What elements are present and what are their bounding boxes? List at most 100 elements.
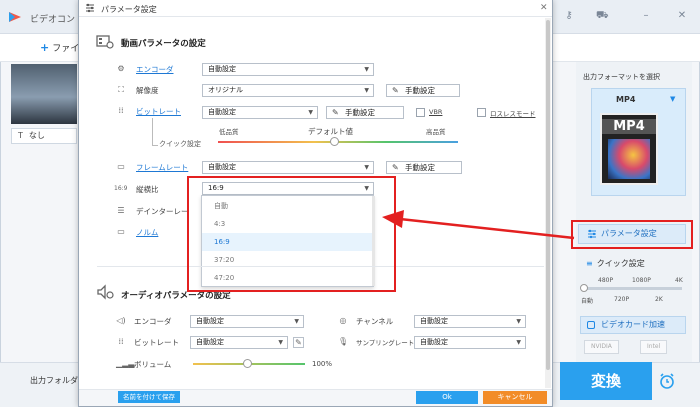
audio-bitrate-value: 自動設定 xyxy=(196,338,224,346)
quick-settings-label: クイック設定 xyxy=(596,259,645,268)
samplerate-label: サンプリングレート xyxy=(356,339,415,347)
balloon-image xyxy=(608,139,650,179)
minimize-icon[interactable]: – xyxy=(640,10,652,22)
format-image-label: MP4 xyxy=(602,119,656,134)
cancel-button[interactable]: キャンセル xyxy=(483,391,547,404)
text-icon: T xyxy=(18,131,23,140)
volume-value: 100% xyxy=(312,360,333,368)
alarm-clock-icon[interactable] xyxy=(658,372,676,390)
pencil-icon: ✎ xyxy=(392,163,399,172)
samplerate-select[interactable]: 自動設定 ▼ xyxy=(414,336,526,349)
aspect-ratio-icon: 16:9 xyxy=(114,185,128,192)
close-icon[interactable]: ✕ xyxy=(676,10,688,22)
resize-icon: ⛶ xyxy=(118,85,124,94)
aspect-ratio-label: 縦横比 xyxy=(136,185,159,194)
gpu-acceleration-label: ビデオカード加速 xyxy=(601,320,665,329)
bitrate-label[interactable]: ビットレート xyxy=(136,106,181,117)
quick-slider-track[interactable] xyxy=(584,287,682,290)
audio-encoder-value: 自動設定 xyxy=(196,317,224,325)
framerate-value: 自動設定 xyxy=(208,163,236,171)
resolution-label: 解像度 xyxy=(136,86,159,95)
subtitle-select[interactable]: T なし xyxy=(11,128,77,144)
convert-button[interactable]: 変換 xyxy=(560,362,652,400)
bitrate-icon: ⁞⁞ xyxy=(118,106,124,115)
pencil-icon[interactable]: ✎ xyxy=(293,337,304,348)
dialog-scrollbar-thumb[interactable] xyxy=(546,20,550,370)
resolution-select[interactable]: オリジナル ▼ xyxy=(202,84,374,97)
deinterlace-label: デインターレー xyxy=(136,207,189,216)
deinterlace-icon: ☰ xyxy=(117,206,125,215)
pencil-icon: ✎ xyxy=(332,108,339,117)
chevron-down-icon: ▼ xyxy=(516,318,521,325)
chevron-down-icon: ▼ xyxy=(364,66,369,73)
highlight-box-parameter-button xyxy=(571,220,693,249)
manual-label: 手動設定 xyxy=(345,108,375,117)
chip-icon xyxy=(587,321,595,329)
ok-button[interactable]: Ok xyxy=(416,391,478,404)
quality-slider-knob[interactable] xyxy=(330,137,339,146)
bracket-line xyxy=(152,118,153,146)
bitrate-manual-button[interactable]: ✎ 手動設定 xyxy=(326,106,404,119)
gpu-acceleration-button[interactable]: ビデオカード加速 xyxy=(580,316,686,334)
sliders-icon: ≡ xyxy=(586,259,593,268)
encoder-label[interactable]: エンコーダ xyxy=(136,64,174,75)
resolution-manual-button[interactable]: ✎ 手動設定 xyxy=(386,84,460,97)
lossless-checkbox[interactable] xyxy=(477,108,486,117)
encoder-select[interactable]: 自動設定 ▼ xyxy=(202,63,374,76)
screen-icon: ▭ xyxy=(117,227,125,236)
app-title: ビデオコン xyxy=(30,15,76,25)
volume-slider-knob[interactable] xyxy=(243,359,252,368)
quick-tick-2k: 2K xyxy=(655,296,663,303)
resolution-value: オリジナル xyxy=(208,86,243,94)
encoder-value: 自動設定 xyxy=(208,65,236,73)
default-value-label: デフォルト値 xyxy=(308,127,353,136)
channel-select[interactable]: 自動設定 ▼ xyxy=(414,315,526,328)
quick-tick-1080p: 1080P xyxy=(632,277,651,284)
format-name: MP4 xyxy=(616,95,636,104)
dropdown-caret-icon[interactable]: ▼ xyxy=(670,95,675,103)
dialog-title: パラメータ設定 xyxy=(101,5,157,14)
bitrate-select[interactable]: 自動設定 ▼ xyxy=(202,106,318,119)
vbr-checkbox[interactable] xyxy=(416,108,425,117)
high-quality-label: 高品質 xyxy=(426,128,446,136)
highlight-box-aspect-ratio xyxy=(187,176,396,292)
quick-slider-knob[interactable] xyxy=(580,284,588,292)
gear-icon: ⚙ xyxy=(117,64,125,73)
channel-label: チャンネル xyxy=(356,317,394,326)
quick-settings-title: ≡ クイック設定 xyxy=(586,258,645,269)
bracket-line xyxy=(152,145,158,146)
audio-encoder-select[interactable]: 自動設定 ▼ xyxy=(190,315,304,328)
framerate-label[interactable]: フレームレート xyxy=(136,162,188,173)
chevron-down-icon: ▼ xyxy=(516,339,521,346)
cart-icon[interactable]: ⛟ xyxy=(596,10,609,22)
lossless-label: ロスレスモード xyxy=(490,110,536,118)
save-as-button[interactable]: 名前を付けて保存 xyxy=(118,391,180,403)
bitrate-value: 自動設定 xyxy=(208,108,236,116)
quick-setting-label: クイック設定 xyxy=(159,140,201,148)
quick-tick-auto: 自動 xyxy=(581,298,594,305)
audio-bitrate-label: ビットレート xyxy=(134,338,179,347)
volume-icon: ▁▂▃ xyxy=(116,359,135,368)
framerate-manual-button[interactable]: ✎ 手動設定 xyxy=(386,161,462,174)
framerate-select[interactable]: 自動設定 ▼ xyxy=(202,161,374,174)
frame-icon: ▭ xyxy=(117,162,125,171)
nvidia-badge: NVIDIA xyxy=(584,340,619,354)
speaker-icon: ◁) xyxy=(116,316,126,325)
add-file-button[interactable]: + ファイ xyxy=(40,41,79,54)
video-thumbnail[interactable] xyxy=(11,64,77,124)
manual-label: 手動設定 xyxy=(405,86,435,95)
plus-icon: + xyxy=(40,41,50,54)
dialog-close-icon[interactable]: ✕ xyxy=(540,3,548,13)
output-format-title: 出力フォーマットを選択 xyxy=(583,73,660,81)
key-icon[interactable]: ⚷ xyxy=(563,10,575,22)
norm-label[interactable]: ノルム xyxy=(136,227,158,238)
audio-encoder-label: エンコーダ xyxy=(134,317,172,326)
chevron-down-icon: ▼ xyxy=(364,87,369,94)
quick-tick-480p: 480P xyxy=(598,277,614,284)
mp4-format-icon: MP4 xyxy=(600,113,658,185)
microphone-icon: 🎙 xyxy=(338,337,349,346)
volume-label: ボリューム xyxy=(134,360,172,369)
channel-value: 自動設定 xyxy=(420,317,448,325)
audio-bitrate-select[interactable]: 自動設定 ▼ xyxy=(190,336,288,349)
quick-tick-4k: 4K xyxy=(675,277,683,284)
